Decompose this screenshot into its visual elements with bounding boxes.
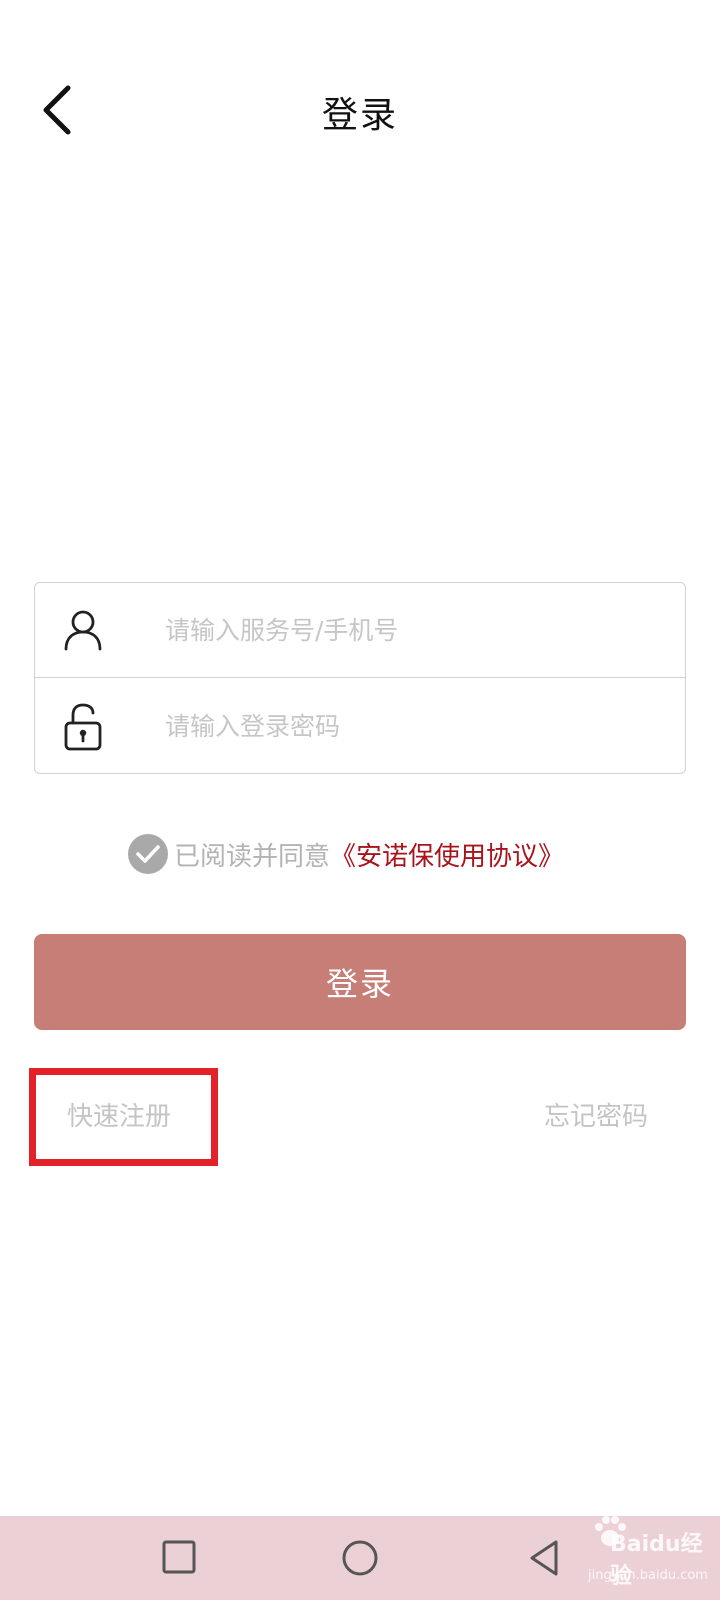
agreement-link[interactable]: 《安诺保使用协议》	[330, 836, 564, 873]
account-row	[35, 583, 685, 678]
agreement-row: 已阅读并同意 《安诺保使用协议》	[128, 832, 564, 876]
back-triangle-icon[interactable]	[524, 1536, 568, 1580]
user-icon	[35, 583, 131, 678]
agreement-checkbox[interactable]	[128, 834, 168, 874]
password-row	[35, 679, 685, 774]
page-title: 登录	[321, 95, 398, 136]
lock-icon	[35, 679, 131, 774]
login-button[interactable]: 登录	[34, 934, 686, 1030]
account-input[interactable]	[131, 600, 685, 660]
agreement-text: 已阅读并同意	[174, 841, 331, 872]
system-nav-bar	[0, 1516, 720, 1600]
quick-register-link[interactable]: 快速注册	[67, 1096, 171, 1133]
login-form	[34, 582, 686, 774]
password-input[interactable]	[131, 696, 685, 757]
checkmark-icon	[136, 845, 160, 863]
home-circle-icon[interactable]	[338, 1536, 382, 1580]
forgot-password-link[interactable]: 忘记密码	[544, 1096, 648, 1133]
recent-apps-square-icon[interactable]	[158, 1536, 202, 1580]
login-page: 登录 请输入服务号/手机号 已阅读并同意 《安诺保使用协议》 登录 快速注册 忘…	[0, 0, 720, 1600]
